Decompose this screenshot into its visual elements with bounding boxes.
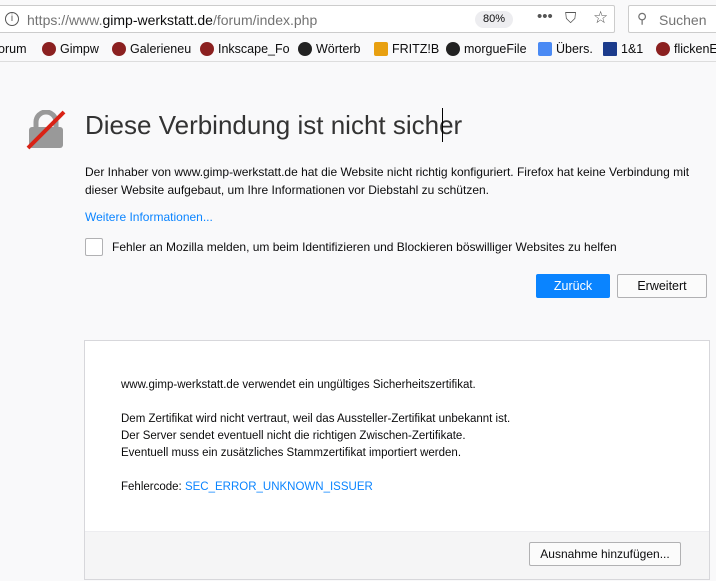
bookmark-item[interactable]: Galerieneu (112, 42, 191, 56)
advanced-panel: www.gimp-werkstatt.de verwendet ein ungü… (84, 340, 710, 580)
bookmark-star-icon[interactable]: ☆ (593, 8, 608, 28)
more-info-link[interactable]: Weitere Informationen... (85, 210, 213, 224)
error-code-line: Fehlercode: SEC_ERROR_UNKNOWN_ISSUER (121, 481, 373, 493)
bird-icon (298, 42, 312, 56)
search-input[interactable]: ⚲ Suchen (628, 5, 716, 33)
error-description: Der Inhaber von www.gimp-werkstatt.de ha… (85, 165, 690, 197)
text-cursor (442, 108, 443, 142)
gimp-icon (42, 42, 56, 56)
bookmark-item[interactable]: 1&1 (603, 42, 643, 56)
bookmark-item[interactable]: Übers. (538, 42, 593, 56)
bookmark-item[interactable]: Inkscape_Fo (200, 42, 290, 56)
search-icon: ⚲ (637, 10, 648, 26)
bookmark-item[interactable]: Wörterb (298, 42, 360, 56)
gimp-icon (200, 42, 214, 56)
zoom-level-badge[interactable]: 80% (475, 11, 513, 28)
bookmark-item[interactable]: flickenE (656, 42, 716, 56)
bookmark-item[interactable]: orum (0, 42, 26, 56)
gimp-icon (656, 42, 670, 56)
gimp-icon (112, 42, 126, 56)
morguefile-icon (446, 42, 460, 56)
report-checkbox-label: Fehler an Mozilla melden, um beim Identi… (112, 240, 617, 254)
error-code-label: Fehlercode: (121, 481, 182, 493)
info-icon[interactable]: i (5, 12, 19, 26)
google-translate-icon (538, 42, 552, 56)
fritzbox-icon (374, 42, 388, 56)
bookmark-item[interactable]: morgueFile (446, 42, 527, 56)
cert-invalid-text: www.gimp-werkstatt.de verwendet ein ungü… (121, 379, 476, 391)
bookmark-item[interactable]: Gimpw (42, 42, 99, 56)
broken-lock-icon (26, 110, 66, 150)
report-checkbox[interactable] (85, 238, 103, 256)
cert-chain-text: Der Server sendet eventuell nicht die ri… (121, 430, 466, 442)
advanced-panel-footer: Ausnahme hinzufügen... (85, 531, 709, 579)
cert-root-text: Eventuell muss ein zusätzliches Stammzer… (121, 447, 462, 459)
page-title: Diese Verbindung ist nicht sicher (85, 110, 463, 140)
cert-untrusted-text: Dem Zertifikat wird nicht vertraut, weil… (121, 413, 511, 425)
url-text[interactable]: https://www.gimp-werkstatt.de/forum/inde… (27, 12, 317, 28)
1und1-icon (603, 42, 617, 56)
back-button[interactable]: Zurück (536, 274, 610, 298)
bookmarks-toolbar: orum Gimpw Galerieneu Inkscape_Fo Wörter… (0, 38, 716, 62)
advanced-button[interactable]: Erweitert (617, 274, 707, 298)
navigation-toolbar: i https://www.gimp-werkstatt.de/forum/in… (0, 0, 716, 38)
bookmark-item[interactable]: FRITZ!B (374, 42, 439, 56)
add-exception-button[interactable]: Ausnahme hinzufügen... (529, 542, 681, 566)
pocket-icon[interactable]: ⛉ (565, 10, 576, 27)
url-bar[interactable]: i https://www.gimp-werkstatt.de/forum/in… (0, 5, 615, 33)
more-actions-icon[interactable]: ••• (537, 8, 553, 25)
error-code-link[interactable]: SEC_ERROR_UNKNOWN_ISSUER (185, 481, 373, 493)
